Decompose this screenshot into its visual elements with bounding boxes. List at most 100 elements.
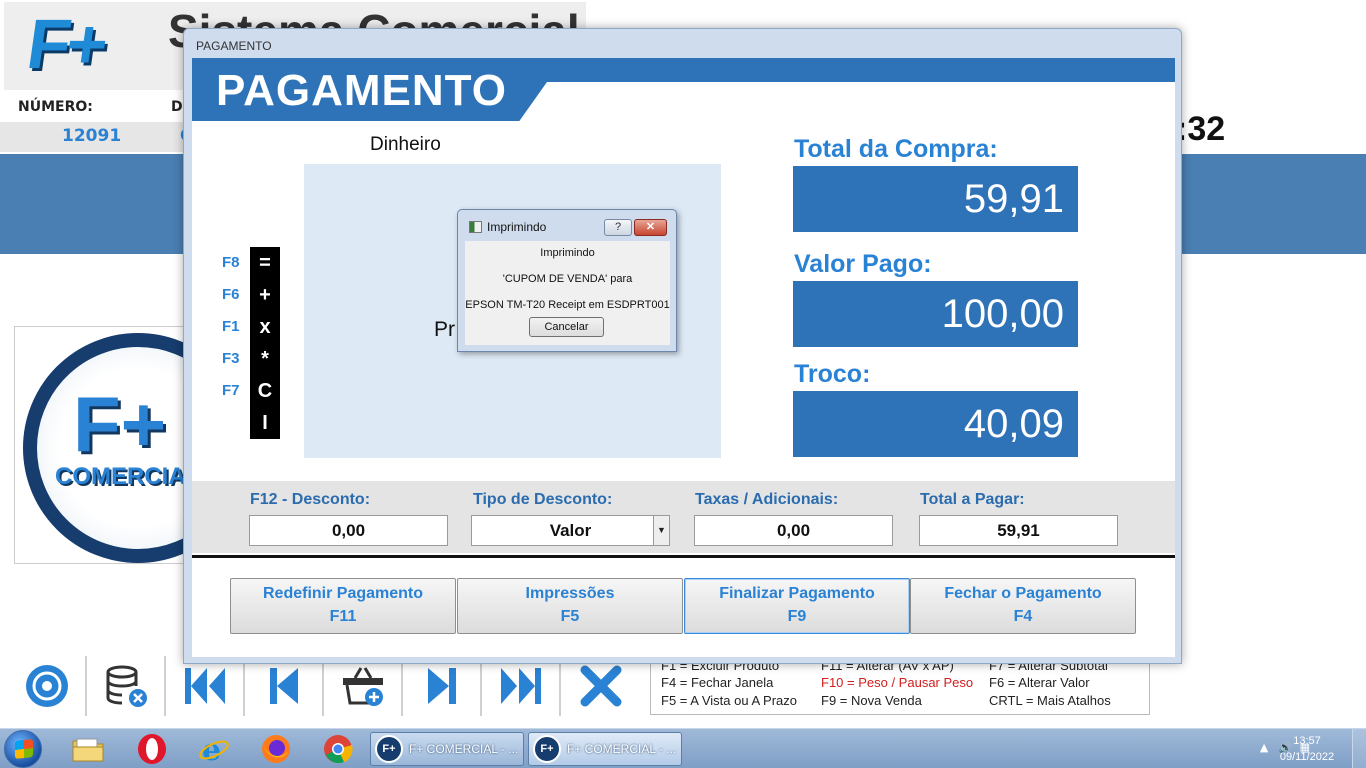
close-button[interactable]: ✕ [634,219,667,236]
key-fkey: F7 [222,382,240,399]
window-title: PAGAMENTO [196,39,272,53]
desconto-label: F12 - Desconto: [250,491,371,508]
chrome-pin[interactable] [320,733,356,765]
cancel-button[interactable] [561,656,640,716]
button-key: F11 [329,608,357,625]
clock-time: 13:57 [1293,735,1321,747]
total-compra-value: 59,91 [793,166,1078,232]
opera-pin[interactable] [134,733,170,765]
shortcut-item: F6 = Alterar Valor [989,675,1090,690]
windows-logo-icon [15,739,33,759]
task-label: F+ COMERCIAL - ... [567,742,677,756]
key-fkey: F1 [222,318,240,335]
show-desktop-button[interactable] [1352,729,1366,768]
first-record-button[interactable] [166,656,245,716]
banner-title: PAGAMENTO [216,66,507,115]
tipo-desconto-label: Tipo de Desconto: [473,491,613,508]
key-row[interactable]: F1 x [222,311,312,343]
key-row[interactable]: F6 + [222,279,312,311]
key-row[interactable]: F8 = [222,247,312,279]
button-key: F5 [560,608,580,625]
payment-panel-text: Pr [434,318,455,341]
firefox-pin[interactable] [258,733,294,765]
button-key: F9 [787,608,807,625]
fechar-pagamento-button[interactable]: Fechar o Pagamento F4 [910,578,1136,634]
impressoes-button[interactable]: Impressões F5 [457,578,683,634]
last-record-button[interactable] [482,656,561,716]
disc-button[interactable] [8,656,87,716]
previous-record-button[interactable] [245,656,324,716]
button-label: Finalizar Pagamento [719,585,875,602]
taskbar-window-fcomercial[interactable]: F+ F+ COMERCIAL - ... [370,732,524,766]
cancel-x-icon [580,665,621,707]
button-label: Impressões [525,585,615,602]
key-fkey: F6 [222,286,240,303]
taxas-input[interactable]: 0,00 [694,515,893,546]
shortcut-item: CRTL = Mais Atalhos [989,693,1111,708]
shortcut-item: F5 = A Vista ou A Prazo [661,693,797,708]
valor-pago-label: Valor Pago: [794,250,932,278]
key-row[interactable]: F7 C [222,375,312,407]
printer-icon [469,221,482,233]
key-row[interactable]: F3 * [222,343,312,375]
finalizar-pagamento-button[interactable]: Finalizar Pagamento F9 [684,578,910,634]
dialog-body: Imprimindo 'CUPOM DE VENDA' para EPSON T… [465,241,670,345]
redefinir-pagamento-button[interactable]: Redefinir Pagamento F11 [230,578,456,634]
logo-subtitle: COMERCIA [55,463,186,490]
numero-value: 12091 [62,126,122,146]
key-fkey: F3 [222,350,240,367]
basket-add-button[interactable] [324,656,403,716]
key-symbol: I [250,407,280,439]
shortcut-item-highlight: F10 = Peso / Pausar Peso [821,675,974,690]
logo-fplus: F+ [73,380,167,468]
key-symbol: x [250,311,280,343]
payment-method-label: Dinheiro [370,134,441,155]
tray-arrow-icon[interactable]: ▲ [1260,741,1268,754]
valor-pago-value: 100,00 [793,281,1078,347]
chrome-icon [324,735,353,764]
first-record-icon [184,668,225,704]
key-symbol: * [250,343,280,375]
divider [192,555,1175,558]
total-pagar-value: 59,91 [919,515,1118,546]
cancelar-button[interactable]: Cancelar [529,317,604,337]
shortcut-item: F9 = Nova Venda [821,693,922,708]
total-pagar-label: Total a Pagar: [920,491,1025,508]
database-delete-icon [106,665,147,707]
total-compra-label: Total da Compra: [794,135,998,163]
explorer-pin[interactable] [70,733,106,765]
troco-value: 40,09 [793,391,1078,457]
last-record-icon [500,668,541,704]
tipo-desconto-select[interactable]: Valor ▼ [471,515,670,546]
desconto-input[interactable]: 0,00 [249,515,448,546]
app-clock: :32 [1176,110,1226,148]
help-button[interactable]: ? [604,219,632,236]
chevron-down-icon[interactable]: ▼ [653,516,669,545]
key-row[interactable]: I [222,407,312,439]
fplus-app-icon: F+ [375,735,403,763]
tipo-desconto-value: Valor [549,521,592,540]
numero-label: NÚMERO: [18,99,93,115]
bottom-toolbar [8,656,640,716]
dialog-title: Imprimindo [487,220,547,234]
printing-dialog: Imprimindo ? ✕ Imprimindo 'CUPOM DE VEND… [457,209,677,352]
internet-explorer-pin[interactable]: e [196,733,232,765]
app-logo: F+ [22,5,110,83]
disc-icon [25,665,68,707]
clock-date: 09/11/2022 [1279,751,1335,763]
taxas-label: Taxas / Adicionais: [695,491,839,508]
next-record-button[interactable] [403,656,482,716]
shortcuts-legend: F1 = Excluir Produto F4 = Fechar Janela … [650,658,1150,715]
shortcut-item: F4 = Fechar Janela [661,675,774,690]
previous-record-icon [269,668,298,704]
task-label: F+ COMERCIAL - ... [409,742,519,756]
start-button[interactable] [4,730,42,768]
system-clock[interactable]: 13:57 09/11/2022 [1272,733,1342,765]
taskbar-window-fcomercial-active[interactable]: F+ F+ COMERCIAL - ... [528,732,682,766]
database-delete-button[interactable] [87,656,166,716]
basket-add-icon [342,667,383,706]
key-symbol: = [250,247,280,279]
troco-label: Troco: [794,360,871,388]
opera-icon [138,734,166,764]
key-symbol: C [250,375,280,407]
